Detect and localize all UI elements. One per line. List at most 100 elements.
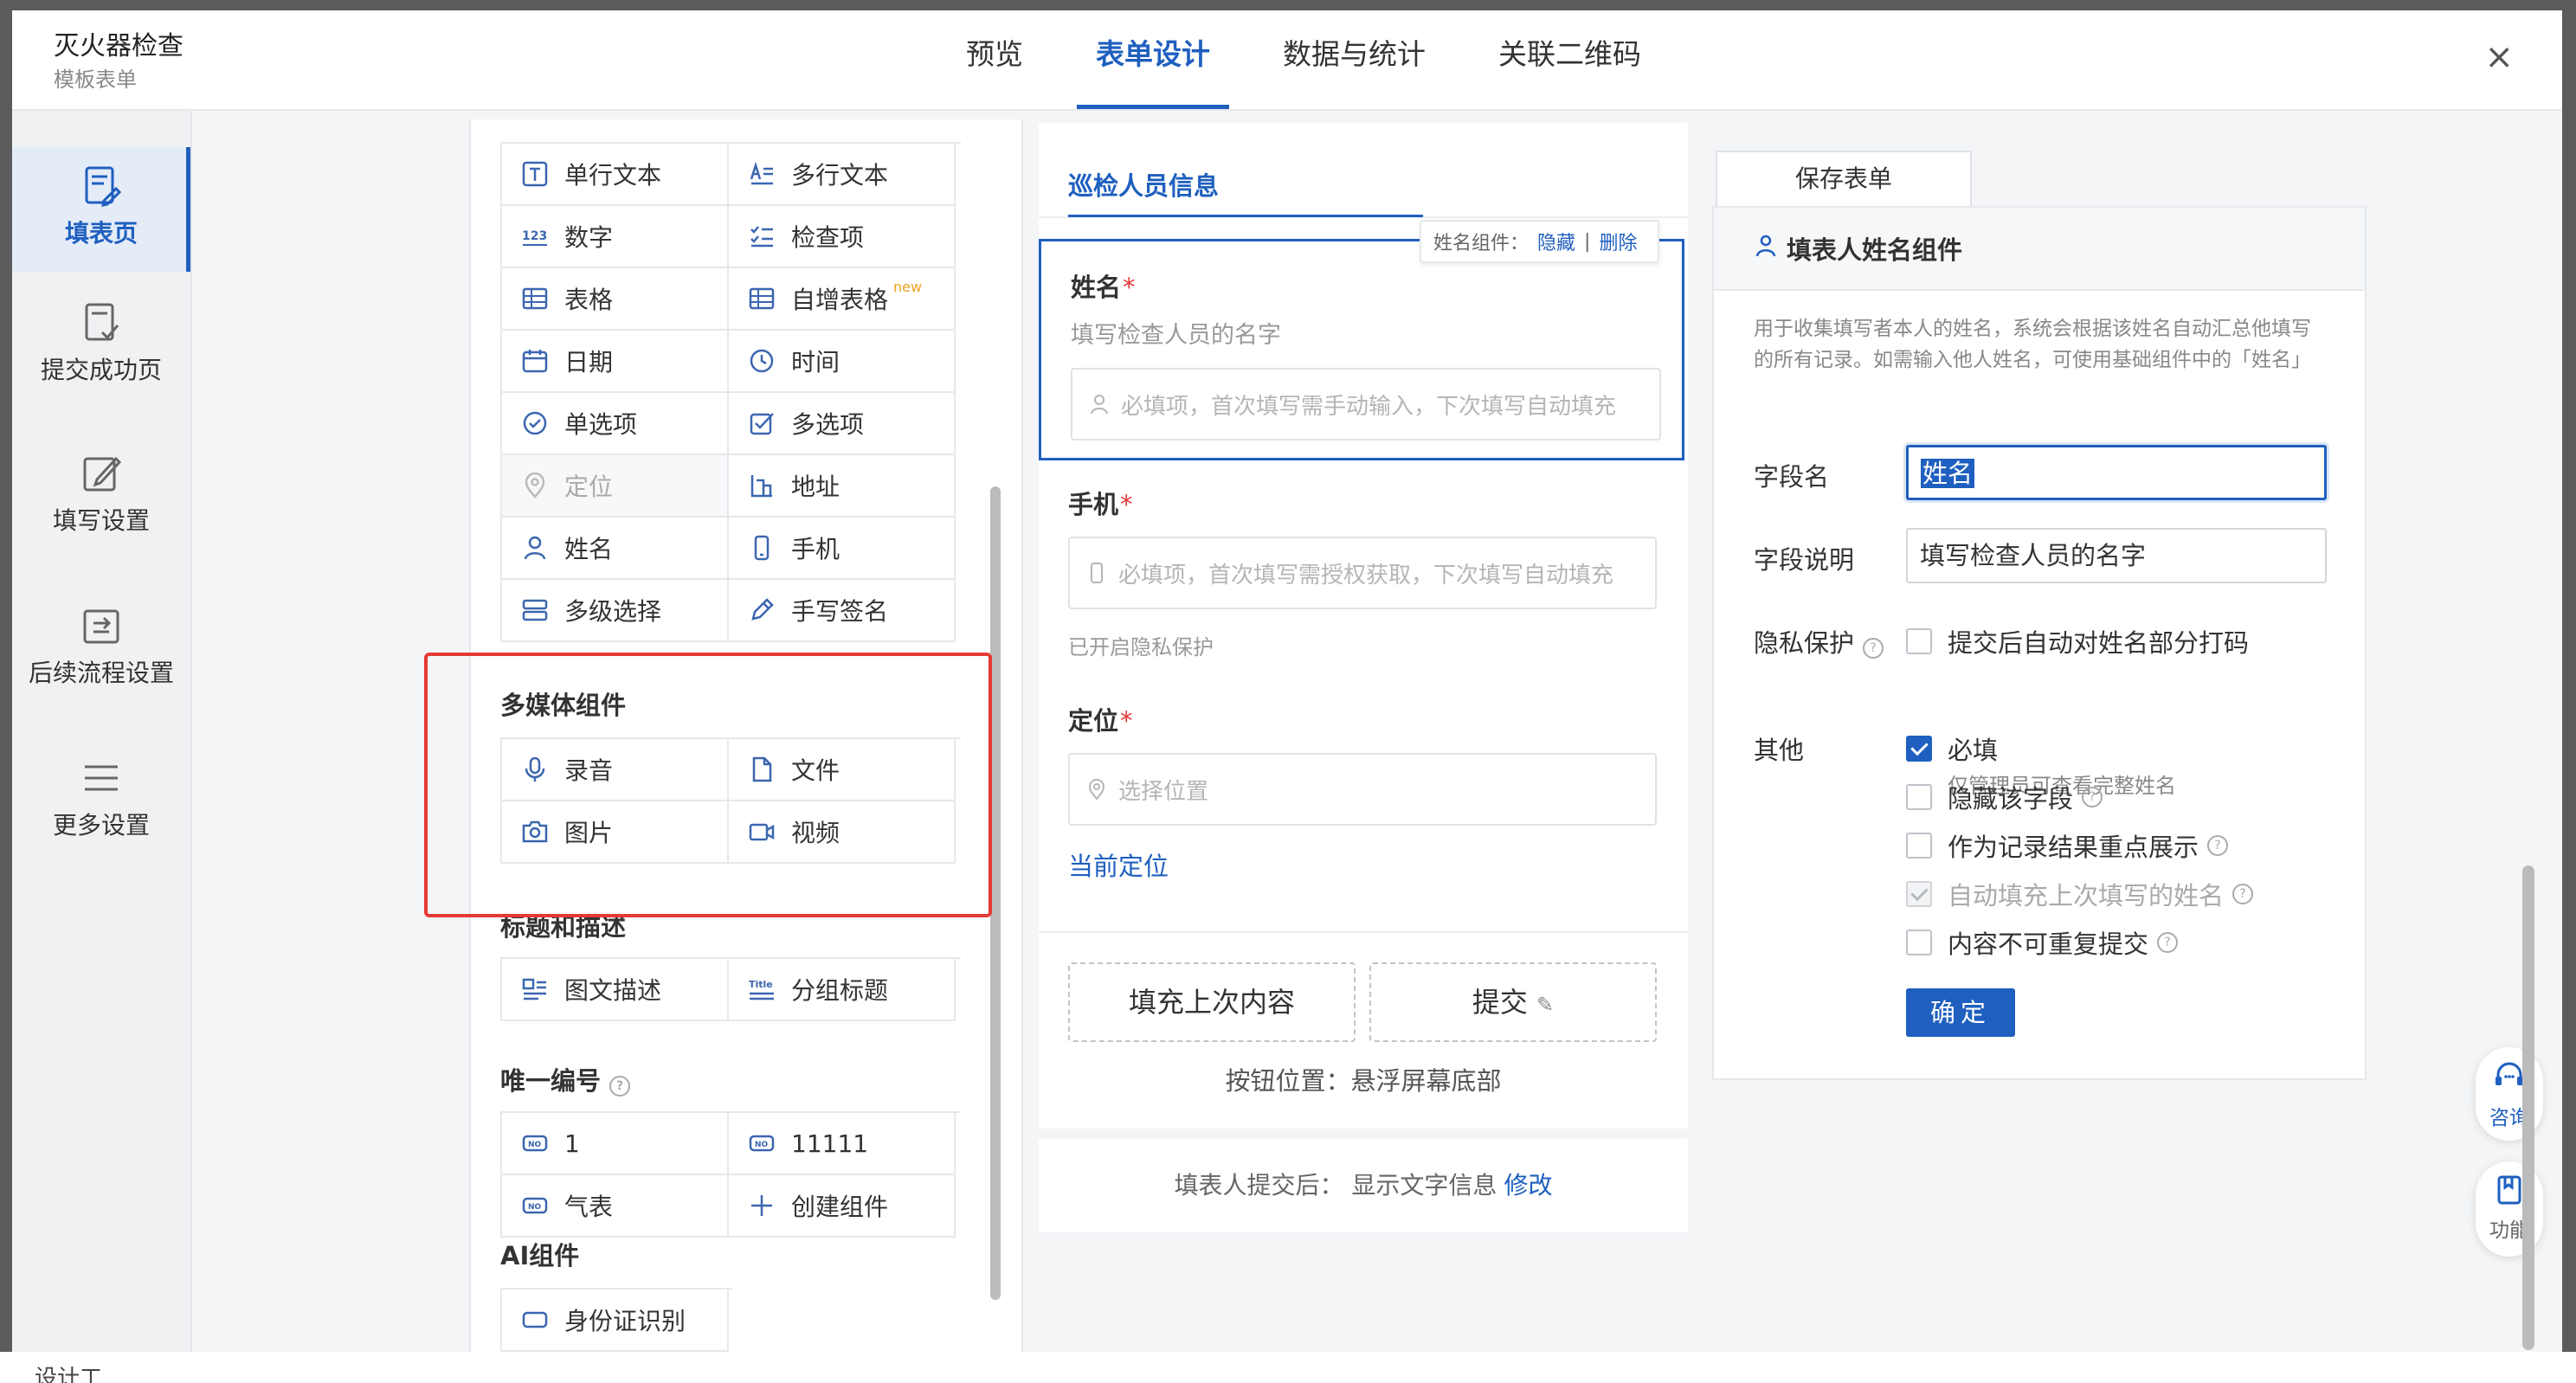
save-form-button[interactable]: 保存表单 [1716,151,1972,206]
component-multi-choice[interactable]: 多选项 [729,393,956,455]
svg-text:123: 123 [522,229,547,243]
component-image-text[interactable]: 图文描述 [502,959,729,1021]
form-buttons-area: 填充上次内容 提交 ✎ 按钮位置：悬浮屏幕底部 [1039,931,1688,1129]
hide-field-checkbox[interactable]: 隐藏该字段? [1906,779,2103,815]
modify-link[interactable]: 修改 [1504,1171,1552,1200]
component-time[interactable]: 时间 [729,331,956,393]
radio-check-icon [523,411,547,435]
component-unique-1[interactable]: NO 1 [502,1113,729,1175]
svg-text:NO: NO [528,1141,542,1149]
required-checkbox[interactable]: 必填 [1906,730,1998,767]
tab-data-stats[interactable]: 数据与统计 [1264,10,1445,109]
no-duplicate-checkbox[interactable]: 内容不可重复提交? [1906,924,2179,961]
checkbox[interactable] [1906,784,1932,810]
nav-item-submit-success[interactable]: 提交成功页 [12,299,190,386]
location-pin-icon [525,472,545,499]
component-unique-11111[interactable]: NO 11111 [729,1113,956,1175]
nav-item-edit-settings[interactable]: 填写设置 [12,450,190,537]
other-label: 其他 [1754,736,1805,765]
edit-pencil-icon[interactable]: ✎ [1536,993,1554,1017]
help-icon[interactable]: ? [2082,787,2103,807]
help-icon[interactable]: ? [2157,932,2179,953]
pen-signature-icon [751,598,774,621]
edit-settings-icon [83,456,122,492]
nav-item-more-settings[interactable]: 更多设置 [12,755,190,841]
current-location-link[interactable]: 当前定位 [1068,846,1169,883]
left-nav: 填表页 提交成功页 填写设置 后续流程设置 更多设置 [12,111,192,1362]
form-page-icon [85,166,122,207]
autofill-name-checkbox[interactable]: 自动填充上次填写的姓名? [1906,876,2254,912]
component-table[interactable]: 表格 [502,268,729,331]
component-name[interactable]: 姓名 [502,518,729,580]
checkbox[interactable] [1906,833,1932,859]
tab-preview[interactable]: 预览 [947,10,1042,109]
phone-icon [754,535,770,561]
checkbox[interactable] [1906,628,1932,654]
field-label-phone: 手机* [1068,490,1133,519]
field-desc-label: 字段说明 [1754,545,1855,575]
image-text-icon [522,978,546,1000]
component-address[interactable]: 地址 [729,455,956,518]
component-id-card-ocr[interactable]: 身份证识别 [502,1290,729,1352]
field-label-location: 定位* [1068,706,1133,736]
field-name-label: 字段名 [1754,462,1830,492]
id-card-icon [522,1311,548,1328]
background-page-strip: 设计工 [0,1352,2576,1383]
checkbox[interactable] [1906,930,1932,955]
component-date[interactable]: 日期 [502,331,729,393]
name-input[interactable]: 必填项，首次填写需手动输入，下次填写自动填充 [1071,368,1661,441]
help-icon[interactable]: ? [2232,884,2254,904]
person-icon [1755,235,1776,257]
tab-form-design[interactable]: 表单设计 [1077,10,1229,109]
plus-icon [751,1195,772,1216]
page-scrollbar[interactable] [2522,865,2534,1350]
svg-text:Title: Title [749,979,773,990]
person-icon [524,536,546,560]
location-input[interactable]: 选择位置 [1068,753,1657,826]
form-title: 灭火器检查 [54,31,184,61]
submit-button[interactable]: 提交 ✎ [1369,962,1657,1042]
submit-success-icon [85,303,119,341]
component-cascade-select[interactable]: 多级选择 [502,580,729,642]
checkbox-checked[interactable] [1906,736,1932,762]
component-multiline-text[interactable]: 多行文本 [729,144,956,206]
component-unique-gas-meter[interactable]: NO 气表 [502,1175,729,1238]
menu-lines-icon [85,765,118,791]
hide-field-link[interactable]: 隐藏 [1537,228,1575,255]
delete-field-link[interactable]: 删除 [1599,228,1637,255]
nav-label: 填表页 [64,219,138,248]
component-location[interactable]: 定位 [502,455,729,518]
no-badge-icon: NO [522,1197,548,1214]
field-toolbar: 姓名组件： 隐藏 | 删除 [1420,220,1660,263]
component-group-title[interactable]: Title 分组标题 [729,959,956,1021]
create-component-button[interactable]: 创建组件 [729,1175,956,1238]
form-subtitle: 模板表单 [54,68,137,92]
field-name-input[interactable]: 姓名 [1906,445,2327,500]
field-desc-input[interactable]: 填写检查人员的名字 [1906,528,2327,583]
component-signature[interactable]: 手写签名 [729,580,956,642]
phone-input[interactable]: 必填项，首次填写需授权获取，下次填写自动填充 [1068,537,1657,609]
checkbox-disabled [1906,881,1932,907]
component-phone[interactable]: 手机 [729,518,956,580]
background-text: 设计工 [35,1366,103,1383]
help-icon[interactable]: ? [1863,638,1884,659]
refill-last-button[interactable]: 填充上次内容 [1068,962,1356,1042]
help-icon[interactable]: ? [609,1076,631,1097]
checklist-icon [750,226,773,248]
field-settings-panel: 填表人姓名组件 用于收集填写者本人的姓名，系统会根据该姓名自动汇总他填写的所有记… [1712,206,2367,1080]
help-icon[interactable]: ? [2207,835,2229,856]
privacy-label: 隐私保护? [1754,623,1884,659]
nav-item-workflow[interactable]: 后续流程设置 [12,602,190,689]
privacy-mask-checkbox[interactable]: 提交后自动对姓名部分打码 [1906,623,2249,659]
component-single-line-text[interactable]: 单行文本 [502,144,729,206]
component-checklist[interactable]: 检查项 [729,206,956,268]
tab-qrcode[interactable]: 关联二维码 [1479,10,1660,109]
selected-field-name[interactable]: 姓名* 填写检查人员的名字 必填项，首次填写需手动输入，下次填写自动填充 [1039,239,1684,460]
highlight-result-checkbox[interactable]: 作为记录结果重点展示? [1906,827,2229,864]
nav-item-form-page[interactable]: 填表页 [12,147,190,272]
component-number[interactable]: 123 数字 [502,206,729,268]
component-single-choice[interactable]: 单选项 [502,393,729,455]
confirm-button[interactable]: 确定 [1906,988,2015,1037]
component-auto-table[interactable]: 自增表格 new [729,268,956,331]
close-icon[interactable]: × [2484,40,2514,74]
